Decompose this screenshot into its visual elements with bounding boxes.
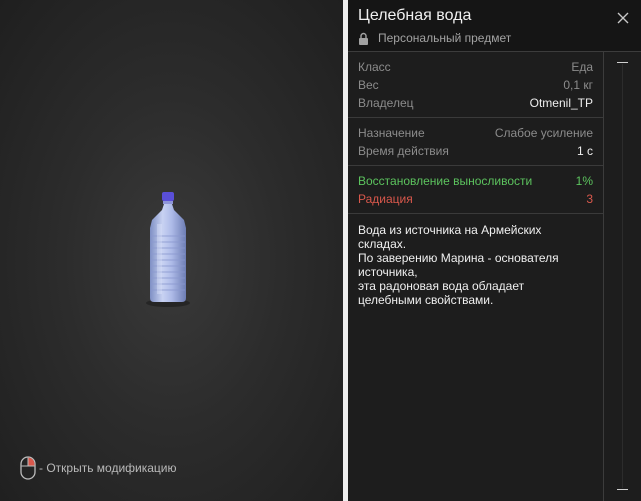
close-icon[interactable] xyxy=(617,12,629,24)
description-line: Вода из источника на Армейских xyxy=(358,223,542,237)
lock-icon xyxy=(359,32,368,45)
purpose-value: Слабое усиление xyxy=(494,126,593,140)
panel-header: Целебная вода Персональный предмет xyxy=(348,0,641,52)
purpose-label: Назначение xyxy=(358,126,425,140)
scrollbar-top-cap xyxy=(617,62,628,63)
info-content: Класс Еда Вес 0,1 кг Владелец Otmenil_TP… xyxy=(348,52,604,501)
item-subtitle: Персональный предмет xyxy=(358,31,511,45)
weight-row: Вес 0,1 кг xyxy=(358,76,593,94)
duration-value: 1 с xyxy=(576,144,593,158)
description-line: целебными свойствами. xyxy=(358,293,494,307)
weight-value: 0,1 кг xyxy=(563,78,593,92)
class-label: Класс xyxy=(358,60,391,74)
modification-hint: - Открыть модификацию xyxy=(20,456,177,480)
stamina-label: Восстановление выносливости xyxy=(358,174,533,188)
purpose-row: Назначение Слабое усиление xyxy=(358,124,593,142)
owner-label: Владелец xyxy=(358,96,414,110)
stamina-row: Восстановление выносливости 1% xyxy=(358,172,593,190)
personal-item-label: Персональный предмет xyxy=(378,31,512,45)
owner-row: Владелец Otmenil_TP xyxy=(358,94,593,112)
item-preview[interactable]: - Открыть модификацию xyxy=(0,0,343,501)
stamina-value: 1% xyxy=(575,174,593,188)
radiation-label: Радиация xyxy=(358,192,413,206)
item-info-panel: Целебная вода Персональный предмет Класс… xyxy=(348,0,641,501)
description-line: складах. xyxy=(358,237,407,251)
hint-text: - Открыть модификацию xyxy=(39,461,177,475)
scrollbar[interactable] xyxy=(604,52,641,501)
class-value: Еда xyxy=(571,60,593,74)
item-title: Целебная вода xyxy=(358,7,472,24)
owner-value: Otmenil_TP xyxy=(529,96,593,110)
usage-section: Назначение Слабое усиление Время действи… xyxy=(348,118,603,166)
effects-section: Восстановление выносливости 1% Радиация … xyxy=(348,166,603,214)
duration-row: Время действия 1 с xyxy=(358,142,593,160)
class-row: Класс Еда xyxy=(358,58,593,76)
item-description: Вода из источника на Армейских складах. … xyxy=(348,214,603,316)
scrollbar-track[interactable] xyxy=(622,64,623,488)
weight-label: Вес xyxy=(358,78,379,92)
description-line: По заверению Марина - основателя xyxy=(358,251,559,265)
mouse-right-click-icon xyxy=(20,456,36,480)
radiation-row: Радиация 3 xyxy=(358,190,593,208)
water-bottle-model xyxy=(146,192,190,307)
scrollbar-bottom-cap xyxy=(617,489,628,490)
info-section: Класс Еда Вес 0,1 кг Владелец Otmenil_TP xyxy=(348,52,603,118)
radiation-value: 3 xyxy=(586,192,593,206)
duration-label: Время действия xyxy=(358,144,449,158)
description-line: источника, xyxy=(358,265,418,279)
description-line: эта радоновая вода обладает xyxy=(358,279,525,293)
